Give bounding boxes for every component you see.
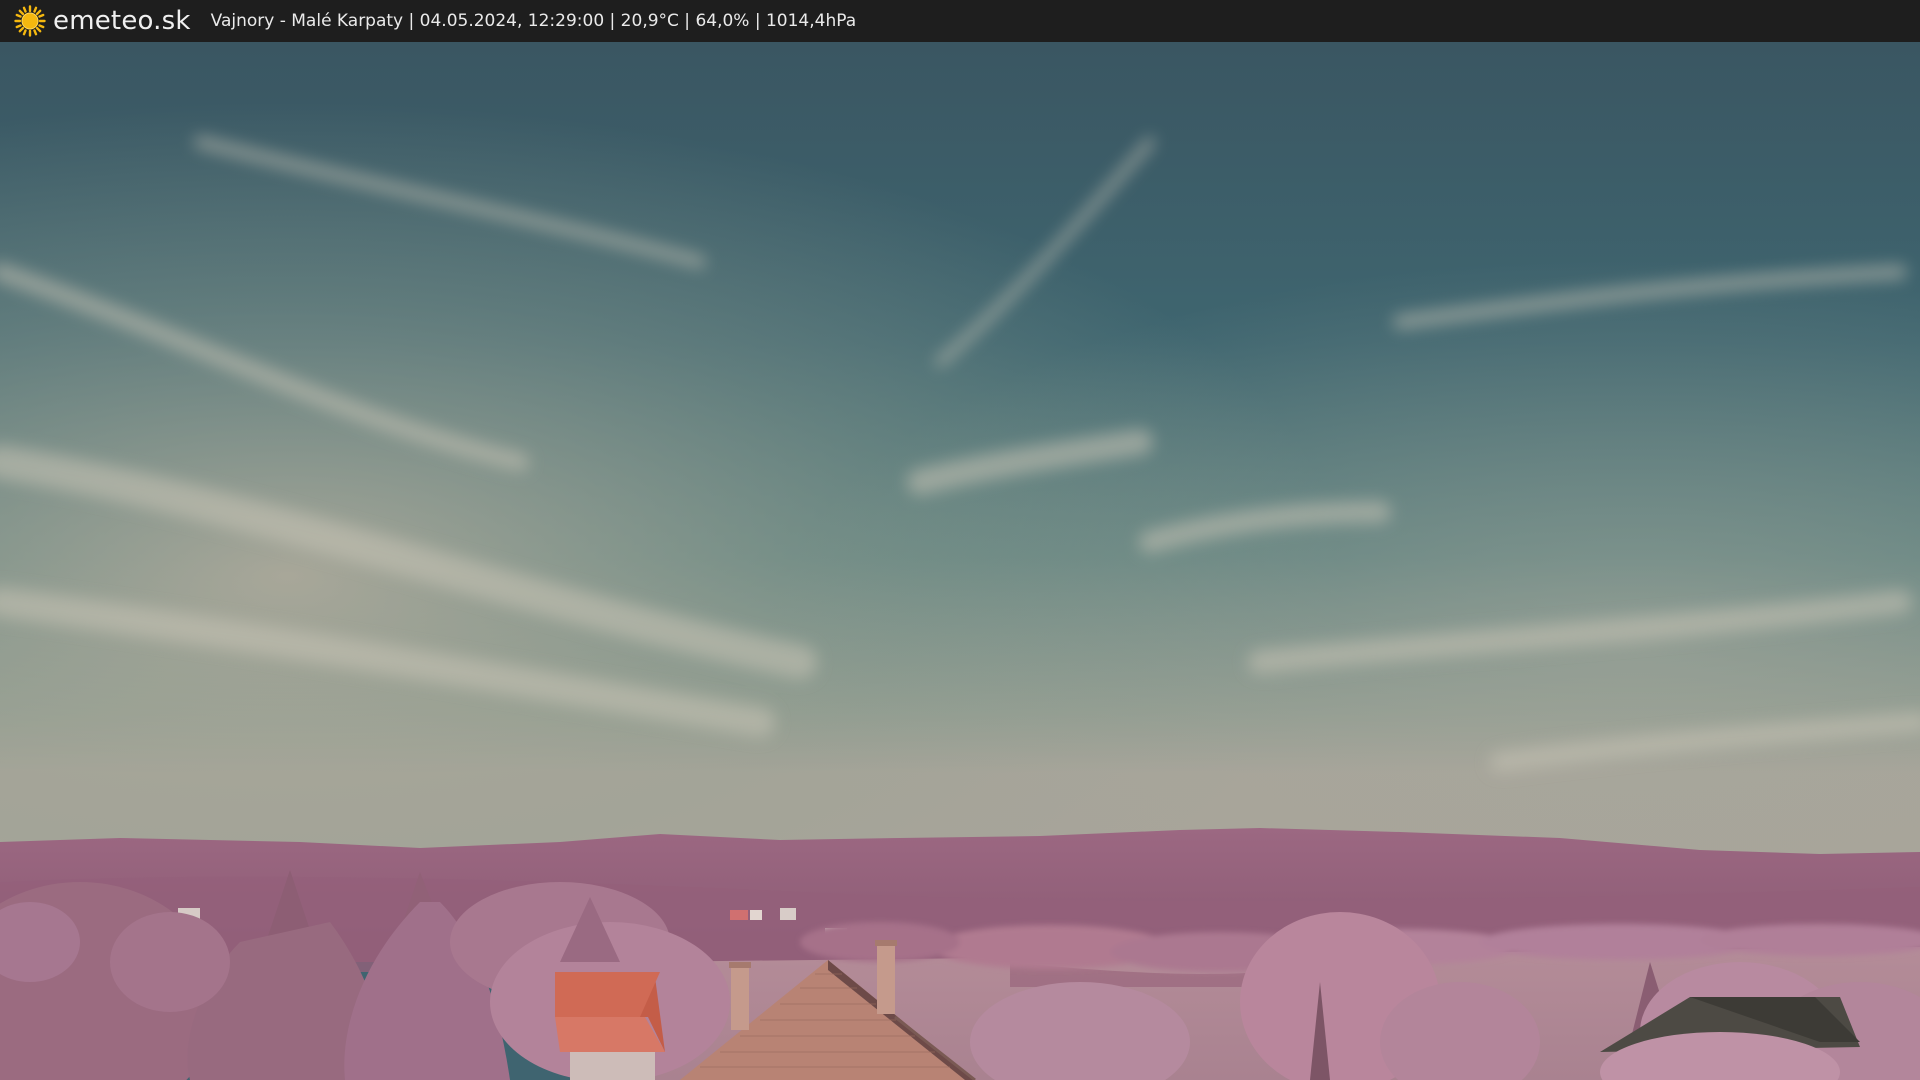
chimney: [731, 966, 749, 1030]
sun-icon: [14, 5, 46, 37]
top-bar: emeteo.sk Vajnory - Malé Karpaty | 04.05…: [0, 0, 1920, 42]
webcam-image: [0, 42, 1920, 1080]
station-info-text: Vajnory - Malé Karpaty | 04.05.2024, 12:…: [210, 11, 857, 31]
site-logo[interactable]: emeteo.sk: [14, 0, 191, 42]
house-left: [555, 972, 665, 1080]
site-name: emeteo.sk: [53, 6, 191, 36]
chimney: [877, 944, 895, 1014]
